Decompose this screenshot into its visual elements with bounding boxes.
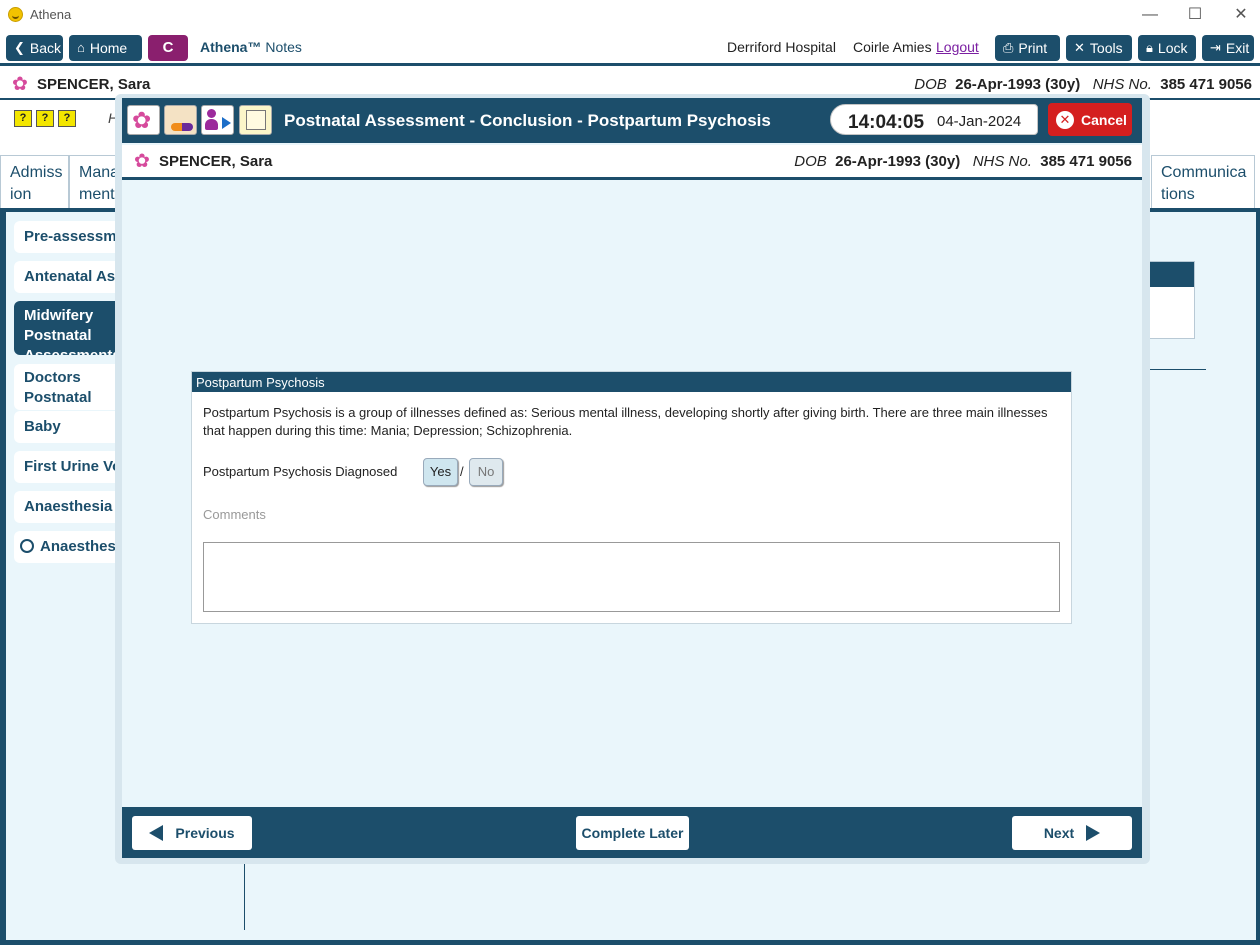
clock-time: 14:04:05: [848, 112, 925, 133]
chevron-left-icon: ❮: [14, 40, 25, 55]
next-button[interactable]: Next: [1012, 816, 1132, 850]
baby-play-icon[interactable]: [201, 105, 234, 135]
yes-button[interactable]: Yes: [423, 458, 458, 486]
print-button[interactable]: ⎙ Print: [995, 35, 1060, 61]
modal-patient-info: DOB 26-Apr-1993 (30y) NHS No. 385 471 90…: [794, 153, 1132, 170]
diagnosed-question: Postpartum Psychosis Diagnosed: [203, 464, 398, 479]
arrow-right-icon: [1086, 825, 1101, 841]
back-label: Back: [29, 40, 62, 56]
cancel-label: Cancel: [1081, 111, 1127, 128]
nhs-value: 385 471 9056: [1160, 76, 1252, 93]
printer-icon: ⎙: [1003, 40, 1014, 55]
c-button[interactable]: C: [148, 35, 188, 61]
athena-logo-icon: [8, 7, 23, 22]
window-titlebar: Athena — ☐ ✕: [0, 0, 1260, 30]
back-button[interactable]: ❮ Back: [6, 35, 63, 61]
exit-button[interactable]: ⇥ Exit: [1202, 35, 1254, 61]
modal-title: Postnatal Assessment - Conclusion - Post…: [284, 111, 771, 130]
logout-link[interactable]: Logout: [936, 39, 979, 55]
background-vline: [244, 860, 245, 930]
medication-pill-icon[interactable]: [164, 105, 197, 135]
card-description: Postpartum Psychosis is a group of illne…: [203, 405, 1048, 438]
radio-icon: [20, 539, 34, 553]
nhs-value: 385 471 9056: [1040, 153, 1132, 170]
next-label: Next: [1043, 825, 1075, 841]
female-flower-icon[interactable]: ✿: [127, 105, 160, 135]
help-icon[interactable]: ?: [36, 110, 54, 127]
arrow-left-icon: [149, 825, 164, 841]
home-icon: ⌂: [77, 40, 85, 55]
tools-icon: ✕: [1074, 40, 1085, 55]
modal-footer: Previous Complete Later Next: [122, 807, 1142, 858]
lock-button[interactable]: 🔒︎ Lock: [1138, 35, 1196, 61]
tools-button[interactable]: ✕ Tools: [1066, 35, 1132, 61]
modal-patient-banner: SPENCER, Sara DOB 26-Apr-1993 (30y) NHS …: [122, 145, 1142, 180]
dob-value: 26-Apr-1993 (30y): [835, 153, 961, 170]
previous-button[interactable]: Previous: [132, 816, 252, 850]
help-alt-icon[interactable]: ?: [58, 110, 76, 127]
yes-no-separator: /: [460, 464, 464, 479]
close-window-button[interactable]: ✕: [1230, 4, 1252, 26]
help-notes-icon[interactable]: ?: [14, 110, 32, 127]
patient-name: SPENCER, Sara: [37, 76, 151, 93]
user-name: Coirle Amies: [853, 39, 932, 55]
home-button[interactable]: ⌂ Home: [69, 35, 142, 61]
tab-admission[interactable]: Admiss ion: [0, 155, 69, 209]
hospital-name: Derriford Hospital: [727, 39, 836, 55]
patient-info: DOB 26-Apr-1993 (30y) NHS No. 385 471 90…: [914, 76, 1252, 93]
help-icons: ? ? ?: [14, 110, 76, 127]
dob-label: DOB: [794, 153, 827, 170]
brand-subtitle: Notes: [265, 39, 302, 55]
complete-later-button[interactable]: Complete Later: [576, 816, 689, 850]
no-button[interactable]: No: [469, 458, 503, 486]
dob-value: 26-Apr-1993 (30y): [955, 76, 1081, 93]
card-header: Postpartum Psychosis: [192, 372, 1071, 392]
assessment-modal: ✿ Postnatal Assessment - Conclusion - Po…: [122, 98, 1142, 858]
lock-icon: 🔒︎: [1146, 40, 1153, 55]
print-label: Print: [1018, 40, 1048, 56]
brand-name: Athena™: [200, 39, 262, 55]
modal-patient-name: SPENCER, Sara: [159, 153, 273, 170]
previous-label: Previous: [175, 825, 235, 841]
nhs-label: NHS No.: [972, 153, 1032, 170]
close-circle-icon: ✕: [1056, 110, 1074, 129]
window-title: Athena: [30, 7, 72, 22]
nhs-label: NHS No.: [1092, 76, 1152, 93]
brand: Athena™ Notes: [200, 39, 302, 55]
exit-label: Exit: [1225, 40, 1250, 56]
comments-field[interactable]: [203, 542, 1060, 612]
lock-label: Lock: [1157, 40, 1188, 56]
maximize-button[interactable]: ☐: [1184, 4, 1206, 26]
exit-icon: ⇥: [1210, 40, 1221, 55]
main-toolbar: ❮ Back ⌂ Home C Athena™ Notes Derriford Ho…: [0, 30, 1260, 66]
tools-label: Tools: [1089, 40, 1123, 56]
cancel-button[interactable]: ✕ Cancel: [1048, 103, 1132, 136]
home-label: Home: [89, 40, 128, 56]
tab-communications[interactable]: Communica tions: [1151, 155, 1255, 209]
notes-icon[interactable]: [239, 105, 272, 135]
female-flower-icon: [134, 150, 152, 173]
dob-label: DOB: [914, 76, 947, 93]
postpartum-psychosis-card: Postpartum Psychosis Postpartum Psychosi…: [191, 371, 1072, 624]
minimize-button[interactable]: —: [1139, 4, 1161, 26]
female-flower-icon: [12, 73, 30, 96]
clock-display: 14:04:05 04-Jan-2024: [830, 104, 1038, 135]
modal-header: ✿ Postnatal Assessment - Conclusion - Po…: [122, 98, 1142, 143]
comments-label: Comments: [203, 507, 266, 522]
clock-date: 04-Jan-2024: [937, 113, 1022, 130]
